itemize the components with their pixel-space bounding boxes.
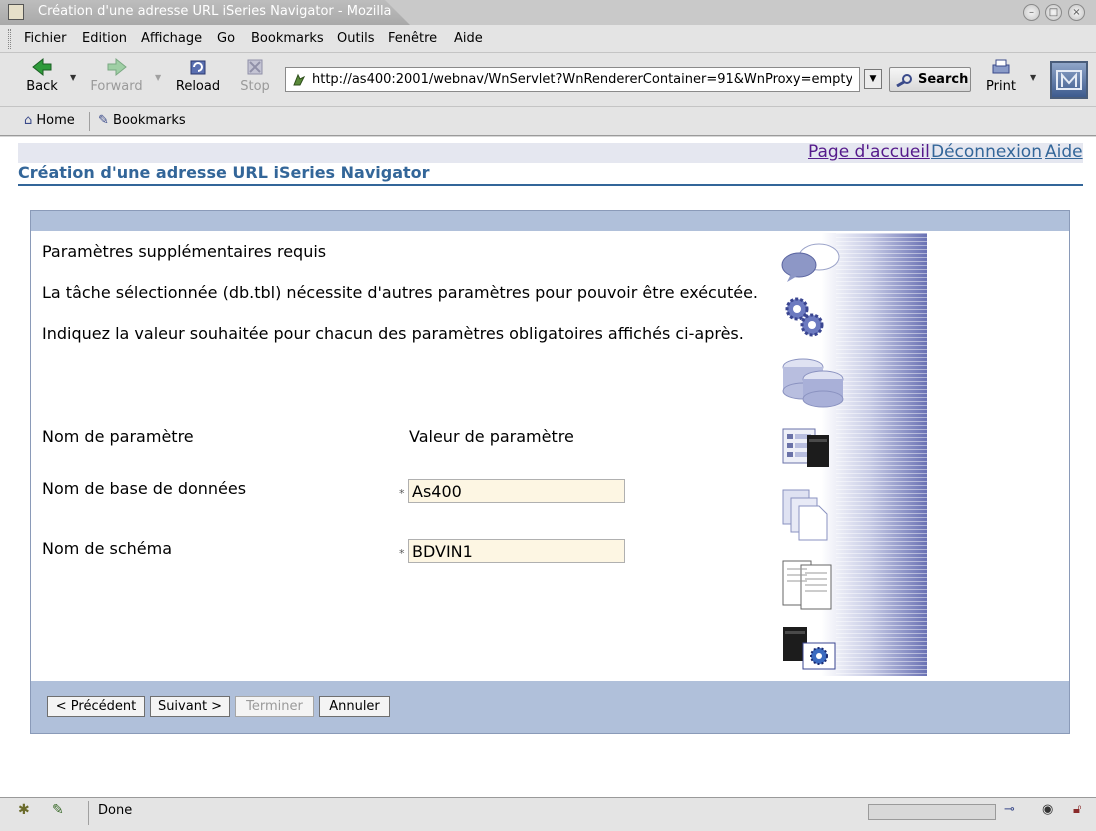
security-component-icon[interactable]: ✱ [18,802,30,818]
online-plug-icon[interactable]: ⊸ [1004,802,1015,817]
print-dropdown-icon[interactable]: ▼ [1030,73,1036,82]
schema-name-input[interactable]: BDVIN1 [408,539,625,563]
print-label: Print [986,79,1016,94]
stop-icon [247,59,263,75]
url-bar[interactable]: http://as400:2001/webnav/WnServlet?WnRen… [285,67,860,92]
printer-icon [992,59,1010,74]
window-titlebar: Création d'une adresse URL iSeries Navig… [0,0,1096,25]
title-divider [18,184,1083,186]
intro-line-2: Indiquez la valeur souhaitée pour chacun… [42,324,744,343]
help-link[interactable]: Aide [1045,142,1083,162]
pages-icon [782,560,832,610]
status-text: Done [98,803,133,818]
back-dropdown-icon[interactable]: ▼ [70,73,76,82]
database-icon [782,358,844,408]
forward-dropdown-icon[interactable]: ▼ [155,73,161,82]
composer-icon[interactable]: ✎ [52,802,64,818]
menu-outils[interactable]: Outils [337,31,375,46]
speech-bubbles-icon [781,243,840,282]
toolbar-separator [89,112,90,131]
menu-edition[interactable]: Edition [82,31,127,46]
logout-link[interactable]: Déconnexion [931,142,1042,162]
wizard-panel: Paramètres supplémentaires requis La tâc… [30,210,1070,734]
bookmarks-icon: ✎ [98,113,109,128]
status-separator [88,801,89,825]
menu-fichier[interactable]: Fichier [24,31,67,46]
security-lock-icon[interactable]: 🔓︎ [1073,802,1081,817]
home-link[interactable]: Page d'accueil [808,142,930,162]
cookie-eye-icon[interactable]: ◉ [1042,802,1053,817]
database-name-input[interactable]: As400 [408,479,625,503]
panel-header-band [31,211,1069,231]
search-label: Search [918,72,969,87]
reload-icon [190,60,206,75]
back-arrow-icon [32,57,52,77]
finish-button[interactable]: Terminer [235,696,314,717]
side-decoration [776,233,927,676]
forward-arrow-icon [107,57,127,77]
app-icon [8,4,24,20]
forward-button[interactable]: Forward [89,57,144,94]
menu-bar: Fichier Edition Affichage Go Bookmarks O… [0,25,1096,53]
documents-icon [782,489,828,541]
striped-band [836,233,927,676]
previous-button[interactable]: < Précédent [47,696,145,717]
minimize-icon[interactable]: – [1023,4,1040,21]
close-icon[interactable]: × [1068,4,1085,21]
forward-label: Forward [90,79,143,94]
required-marker: * [399,487,405,500]
personal-toolbar: ⌂ Home ✎ Bookmarks [0,107,1096,136]
search-icon [896,74,912,87]
bookmarks-button[interactable]: ✎ Bookmarks [98,113,186,128]
intro-line-1: La tâche sélectionnée (db.tbl) nécessite… [42,283,759,302]
menu-go[interactable]: Go [217,31,235,46]
param-label-schema: Nom de schéma [42,539,173,558]
home-label: Home [36,113,75,128]
header-strip: Page d'accueil Déconnexion Aide [18,142,1083,163]
stop-label: Stop [240,79,270,94]
server-config-icon [783,627,836,670]
home-icon: ⌂ [24,113,33,128]
page-title: Création d'une adresse URL iSeries Navig… [18,163,430,182]
maximize-icon[interactable]: □ [1045,4,1062,21]
wizard-button-bar: < Précédent Suivant > Terminer Annuler [31,681,1069,733]
stop-button[interactable]: Stop [238,57,272,94]
navigation-toolbar: Back ▼ Forward ▼ Reload Stop http://as40… [0,53,1096,107]
param-label-database: Nom de base de données [42,479,247,498]
menu-fenetre[interactable]: Fenêtre [388,31,437,46]
intro-heading: Paramètres supplémentaires requis [42,242,327,261]
status-bar: ✱ ✎ Done ⊸ ◉ 🔓︎ [0,797,1096,831]
grip-handle[interactable] [8,29,11,49]
url-history-dropdown[interactable]: ▼ [864,69,882,89]
search-button[interactable]: Search [889,67,971,92]
server-list-icon [782,428,829,467]
cancel-button[interactable]: Annuler [319,696,390,717]
menu-aide[interactable]: Aide [454,31,483,46]
back-button[interactable]: Back [24,57,60,94]
reload-button[interactable]: Reload [174,57,222,94]
bookmarks-label: Bookmarks [113,113,186,128]
chevron-down-icon: ▼ [869,74,877,84]
required-marker: * [399,547,405,560]
page-content: Page d'accueil Déconnexion Aide Création… [0,137,1096,797]
page-proxy-icon[interactable] [292,73,306,87]
gears-icon [785,297,824,337]
column-header-value: Valeur de paramètre [409,427,574,446]
url-input[interactable]: http://as400:2001/webnav/WnServlet?WnRen… [312,72,852,87]
print-button[interactable]: Print [985,57,1017,94]
back-label: Back [26,79,58,94]
home-button[interactable]: ⌂ Home [24,113,75,128]
next-button[interactable]: Suivant > [150,696,230,717]
mozilla-throbber-icon[interactable] [1050,61,1088,99]
window-title: Création d'une adresse URL iSeries Navig… [38,4,392,19]
menu-affichage[interactable]: Affichage [141,31,202,46]
progress-meter [868,804,996,820]
column-header-name: Nom de paramètre [42,427,194,446]
reload-label: Reload [175,79,221,94]
menu-bookmarks[interactable]: Bookmarks [251,31,324,46]
